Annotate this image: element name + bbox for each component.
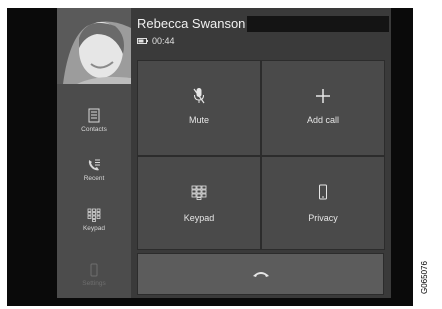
caller-name: Rebecca Swanson bbox=[137, 16, 246, 31]
add-call-label: Add call bbox=[306, 115, 340, 125]
keypad-icon bbox=[191, 185, 207, 200]
mute-label: Mute bbox=[188, 115, 209, 125]
sidebar-item-settings[interactable]: Settings bbox=[57, 263, 131, 287]
name-bar bbox=[247, 16, 389, 32]
sidebar-item-label: Recent bbox=[83, 175, 105, 182]
add-call-button[interactable]: Add call bbox=[261, 60, 385, 156]
sidebar-item-recent[interactable]: Recent bbox=[57, 158, 131, 182]
sidebar-item-label: Contacts bbox=[81, 126, 107, 133]
keypad-label: Keypad bbox=[183, 213, 215, 223]
sidebar-item-keypad[interactable]: Keypad bbox=[57, 208, 131, 232]
sidebar-item-contacts[interactable]: Contacts bbox=[57, 108, 131, 133]
phone-settings-icon bbox=[90, 263, 98, 277]
keypad-button[interactable]: Keypad bbox=[137, 156, 261, 250]
contacts-icon bbox=[88, 108, 100, 123]
figure-code: G065076 bbox=[420, 261, 429, 294]
hang-up-icon bbox=[253, 272, 269, 277]
call-duration-text: 00:44 bbox=[152, 36, 175, 46]
privacy-button[interactable]: Privacy bbox=[261, 156, 385, 250]
sidebar: Contacts Recent Keypad Settings bbox=[57, 8, 131, 298]
end-call-button[interactable] bbox=[137, 253, 384, 295]
privacy-label: Privacy bbox=[308, 213, 338, 223]
mute-button[interactable]: Mute bbox=[137, 60, 261, 156]
call-duration: 00:44 bbox=[137, 36, 175, 46]
sidebar-item-label: Keypad bbox=[82, 225, 106, 232]
mobile-phone-icon bbox=[319, 184, 327, 200]
plus-icon bbox=[316, 89, 330, 103]
figure-code-text: G065076 bbox=[420, 261, 429, 294]
sidebar-item-label: Settings bbox=[82, 280, 106, 287]
microphone-muted-icon bbox=[193, 88, 205, 104]
recent-calls-icon bbox=[88, 159, 100, 171]
phone-call-screen: Contacts Recent Keypad Settings Rebecca … bbox=[57, 8, 391, 298]
keypad-icon bbox=[87, 208, 101, 222]
contact-photo bbox=[57, 8, 131, 84]
battery-icon bbox=[137, 38, 148, 44]
